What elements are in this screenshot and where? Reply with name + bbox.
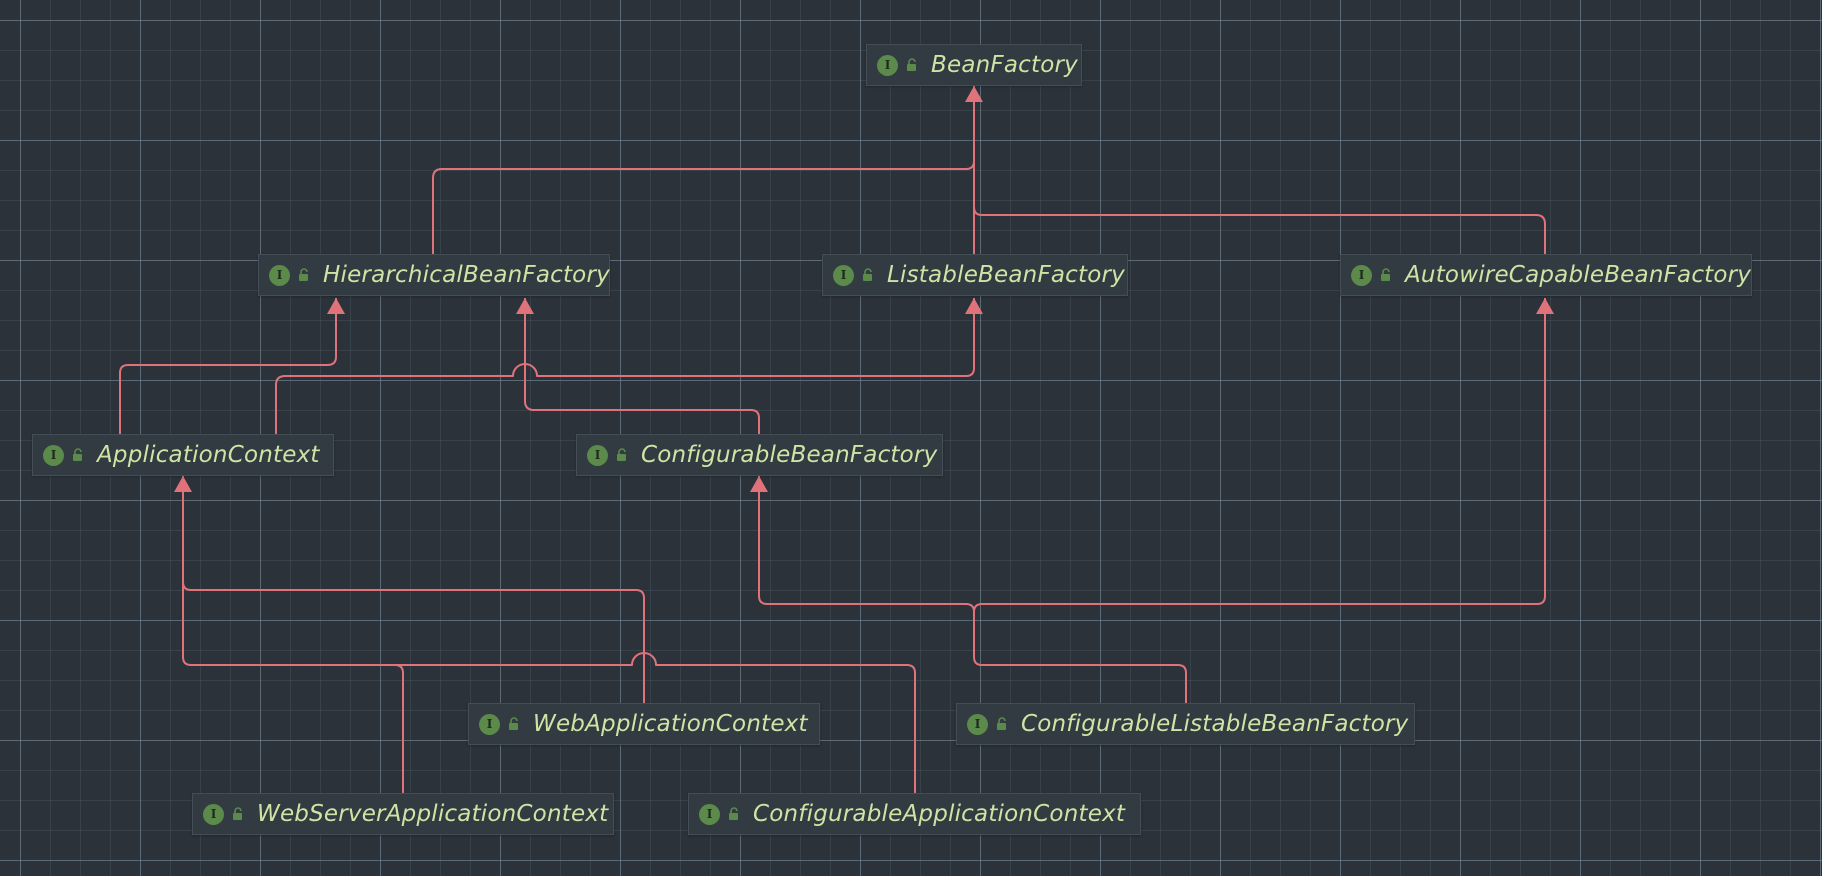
node-applicationcontext[interactable]: I ApplicationContext [32, 434, 334, 476]
edge-appcontext-to-listable [275, 298, 975, 434]
node-webapplicationcontext[interactable]: I WebApplicationContext [468, 703, 820, 745]
arrowhead-listable [965, 298, 983, 314]
arrowhead-appcontext [174, 476, 192, 492]
interface-icon: I [587, 444, 608, 466]
interface-icon: I [1351, 264, 1372, 286]
node-label: BeanFactory [931, 52, 1078, 78]
node-autowirecapablebeanfactory[interactable]: I AutowireCapableBeanFactory [1340, 254, 1752, 296]
node-configurablebeanfactory[interactable]: I ConfigurableBeanFactory [576, 434, 943, 476]
arrowhead-hierarchical-right [516, 298, 534, 314]
edge-webappcontext-to-appcontext [182, 476, 645, 703]
node-configurableapplicationcontext[interactable]: I ConfigurableApplicationContext [688, 793, 1141, 835]
node-hierarchicalbeanfactory[interactable]: I HierarchicalBeanFactory [258, 254, 610, 296]
interface-icon: I [43, 444, 64, 466]
node-configurablelistablebeanfactory[interactable]: I ConfigurableListableBeanFactory [956, 703, 1415, 745]
node-label: ConfigurableApplicationContext [753, 801, 1126, 827]
unlocked-padlock-icon [1381, 268, 1390, 281]
arrowhead-autowire [1536, 298, 1554, 314]
edge-autowire-to-beanfactory [973, 86, 1546, 254]
unlocked-padlock-icon [299, 268, 308, 281]
interface-icon: I [877, 54, 898, 76]
edge-configlistable-to-configurablebf [758, 476, 1187, 703]
unlocked-padlock-icon [863, 268, 872, 281]
arrowhead-hierarchical-left [327, 298, 345, 314]
edge-configlistable-to-autowire [973, 298, 1546, 613]
interface-icon: I [967, 713, 988, 735]
arrowhead-beanfactory [965, 86, 983, 102]
edge-appcontext-to-hierarchical [119, 298, 337, 434]
unlocked-padlock-icon [997, 717, 1006, 730]
interface-icon: I [699, 803, 720, 825]
node-label: ConfigurableListableBeanFactory [1021, 711, 1409, 737]
node-label: ConfigurableBeanFactory [641, 442, 938, 468]
unlocked-padlock-icon [509, 717, 518, 730]
node-beanfactory[interactable]: I BeanFactory [866, 44, 1082, 86]
unlocked-padlock-icon [617, 448, 626, 461]
arrowhead-configurablebf [750, 476, 768, 492]
node-label: WebServerApplicationContext [257, 801, 609, 827]
unlocked-padlock-icon [233, 807, 242, 820]
node-label: ListableBeanFactory [887, 262, 1125, 288]
interface-icon: I [203, 803, 224, 825]
node-listablebeanfactory[interactable]: I ListableBeanFactory [822, 254, 1128, 296]
edge-hierarchical-to-beanfactory [432, 86, 975, 254]
unlocked-padlock-icon [73, 448, 82, 461]
interface-icon: I [833, 264, 854, 286]
edge-webserver-to-appcontext [182, 476, 404, 793]
interface-icon: I [269, 264, 290, 286]
node-label: WebApplicationContext [533, 711, 808, 737]
node-webserverapplicationcontext[interactable]: I WebServerApplicationContext [192, 793, 614, 835]
edge-configurablebf-to-hierarchical [524, 298, 760, 434]
node-label: AutowireCapableBeanFactory [1405, 262, 1752, 288]
unlocked-padlock-icon [907, 58, 916, 71]
node-label: HierarchicalBeanFactory [323, 262, 610, 288]
interface-icon: I [479, 713, 500, 735]
unlocked-padlock-icon [729, 807, 738, 820]
node-label: ApplicationContext [97, 442, 320, 468]
